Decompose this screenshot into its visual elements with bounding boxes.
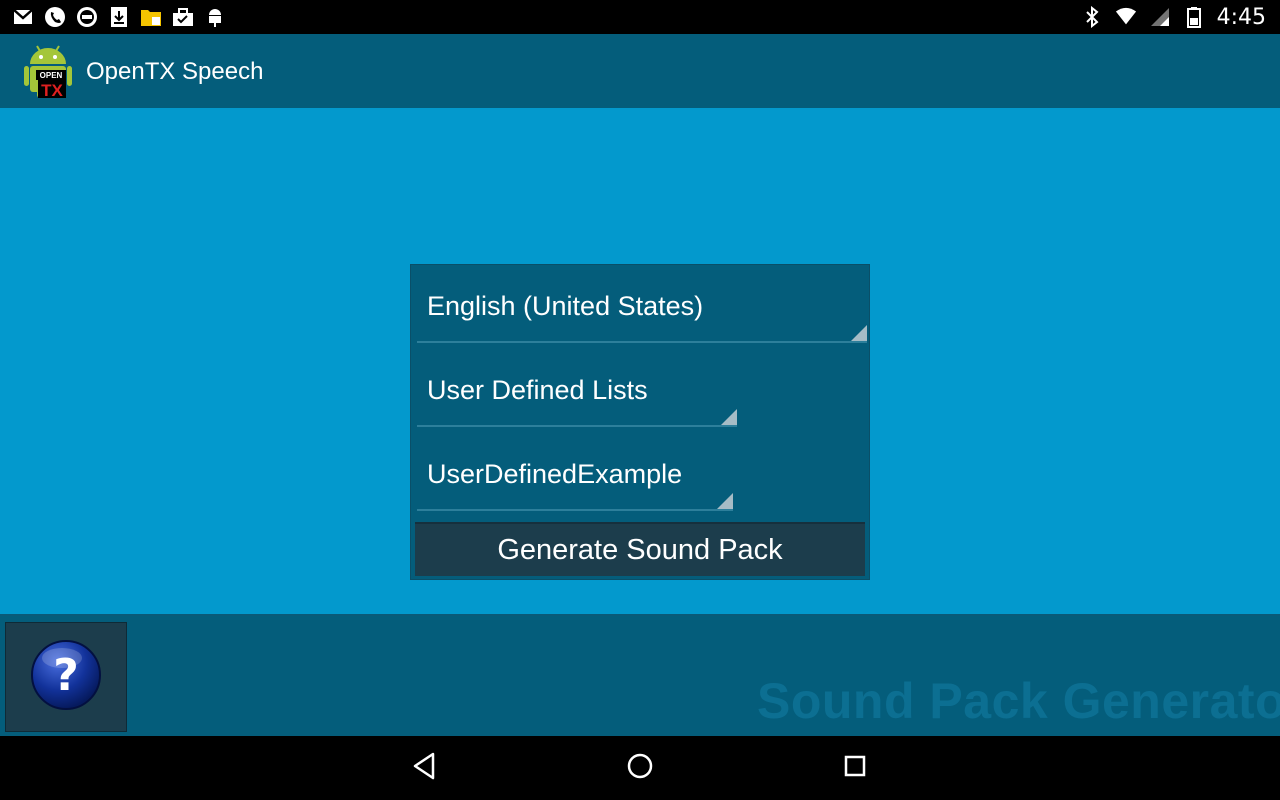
home-button[interactable] <box>622 750 658 786</box>
battery-icon <box>1183 6 1205 28</box>
app-title: OpenTX Speech <box>86 58 264 85</box>
signal-icon <box>1149 6 1171 28</box>
android-debug-icon <box>204 6 226 28</box>
logo-text-tx: TX <box>41 81 63 100</box>
dropdown-triangle-icon <box>721 409 737 425</box>
logo-text-open: OPEN <box>40 71 63 80</box>
sound-pack-generator-watermark: Sound Pack Generator <box>757 673 1280 729</box>
list-type-spinner-value: User Defined Lists <box>427 375 648 405</box>
clock: 4:45 <box>1216 4 1266 30</box>
list-name-spinner[interactable]: UserDefinedExample <box>417 433 733 511</box>
home-icon <box>626 752 654 785</box>
list-type-spinner[interactable]: User Defined Lists <box>417 349 737 427</box>
svg-text:?: ? <box>53 650 79 701</box>
file-icon <box>140 6 162 28</box>
media-icon <box>76 6 98 28</box>
language-spinner-value: English (United States) <box>427 291 704 321</box>
spinner-underline <box>417 425 737 427</box>
spinner-underline <box>417 509 733 511</box>
help-question-icon: ? <box>29 638 103 717</box>
wifi-icon <box>1115 6 1137 28</box>
navigation-bar <box>0 736 1280 800</box>
back-icon <box>411 752 437 785</box>
dropdown-triangle-icon <box>717 493 733 509</box>
bottom-bar: ? Sound Pack Generator <box>0 614 1280 736</box>
app-logo[interactable]: OPEN TX <box>24 42 72 100</box>
recents-icon <box>843 754 867 783</box>
gmail-icon <box>12 6 34 28</box>
briefcase-icon <box>172 6 194 28</box>
recents-button[interactable] <box>837 750 873 786</box>
action-bar: OPEN TX OpenTX Speech <box>0 34 1280 108</box>
back-button[interactable] <box>406 750 442 786</box>
sound-pack-form: English (United States) User Defined Lis… <box>410 264 870 580</box>
list-name-spinner-value: UserDefinedExample <box>427 459 683 489</box>
status-bar: 4:45 <box>0 0 1280 34</box>
dropdown-triangle-icon <box>851 325 867 341</box>
notification-icons <box>0 6 226 28</box>
bluetooth-icon <box>1081 6 1103 28</box>
download-icon <box>108 6 130 28</box>
language-spinner[interactable]: English (United States) <box>417 265 867 343</box>
system-icons: 4:45 <box>1081 5 1280 30</box>
generate-sound-pack-button[interactable]: Generate Sound Pack <box>415 522 865 576</box>
help-button[interactable]: ? <box>5 622 127 732</box>
phone-icon <box>44 6 66 28</box>
spinner-underline <box>417 341 867 343</box>
